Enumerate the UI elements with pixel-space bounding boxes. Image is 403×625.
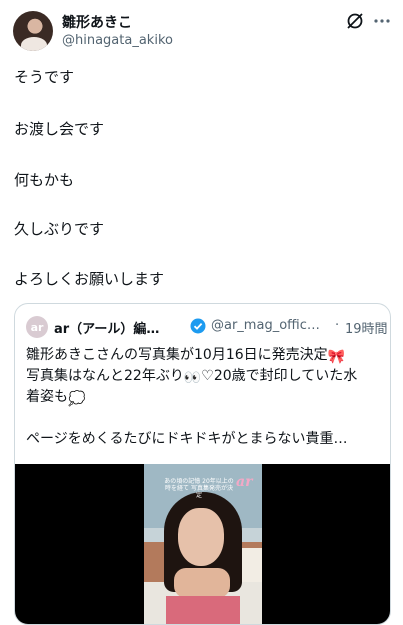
ar-logo: ar: [236, 474, 253, 490]
author-handle[interactable]: @hinagata_akiko: [62, 33, 173, 48]
eyes-emoji: 👀: [183, 370, 202, 386]
quoted-text: 着姿も: [26, 389, 68, 405]
author-name[interactable]: 雛形あきこ: [62, 12, 132, 32]
separator-dot: ·: [335, 318, 340, 333]
quoted-text-line: 着姿も💭: [26, 387, 85, 410]
quoted-handle[interactable]: @ar_mag_offic…: [211, 318, 320, 333]
author-avatar[interactable]: [13, 11, 53, 51]
tweet-header: 雛形あきこ @hinagata_akiko: [0, 0, 403, 56]
tweet-text-line: よろしくお願いします: [14, 270, 165, 288]
quoted-text: 雛形あきこさんの写真集が10月16日に発売決定: [26, 347, 328, 363]
photo-caption: あの頃の記憶 20年以上の時を経て 写真集発売が決定: [164, 478, 234, 499]
quoted-media[interactable]: あの頃の記憶 20年以上の時を経て 写真集発売が決定 ar: [15, 464, 390, 624]
quoted-text: ♡20歳で封印していた水: [201, 368, 358, 384]
quoted-timestamp[interactable]: 19時間: [345, 318, 388, 337]
quoted-author-name[interactable]: ar（アール）編…: [54, 318, 159, 337]
verified-badge-icon: [190, 318, 206, 334]
quoted-avatar[interactable]: ar: [26, 316, 48, 338]
more-dots-icon[interactable]: [372, 11, 392, 31]
quoted-text-line: 写真集はなんと22年ぶり👀♡20歳で封印していた水: [26, 366, 357, 389]
quoted-text: 写真集はなんと22年ぶり: [26, 368, 184, 384]
tweet-text-line: お渡し会です: [14, 120, 105, 138]
photobook-image[interactable]: あの頃の記憶 20年以上の時を経て 写真集発売が決定 ar: [144, 464, 262, 624]
quoted-tweet[interactable]: ar ar（アール）編… @ar_mag_offic… · 19時間 雛形あきこ…: [14, 303, 391, 625]
quoted-text-line: 雛形あきこさんの写真集が10月16日に発売決定🎀: [26, 345, 345, 368]
model-face: [178, 508, 224, 566]
grok-icon[interactable]: [345, 11, 365, 31]
tweet-text-line: 何もかも: [14, 171, 75, 189]
quoted-text-line: ページをめくるたびにドキドキがとまらない貴重…: [26, 431, 348, 447]
ribbon-emoji: 🎀: [327, 349, 346, 365]
model-hands: [174, 568, 230, 598]
tweet-text-line: そうです: [14, 68, 75, 86]
tweet-text-line: 久しぶりです: [14, 220, 105, 238]
model-swimsuit: [166, 596, 240, 624]
thought-bubble-emoji: 💭: [68, 391, 86, 407]
